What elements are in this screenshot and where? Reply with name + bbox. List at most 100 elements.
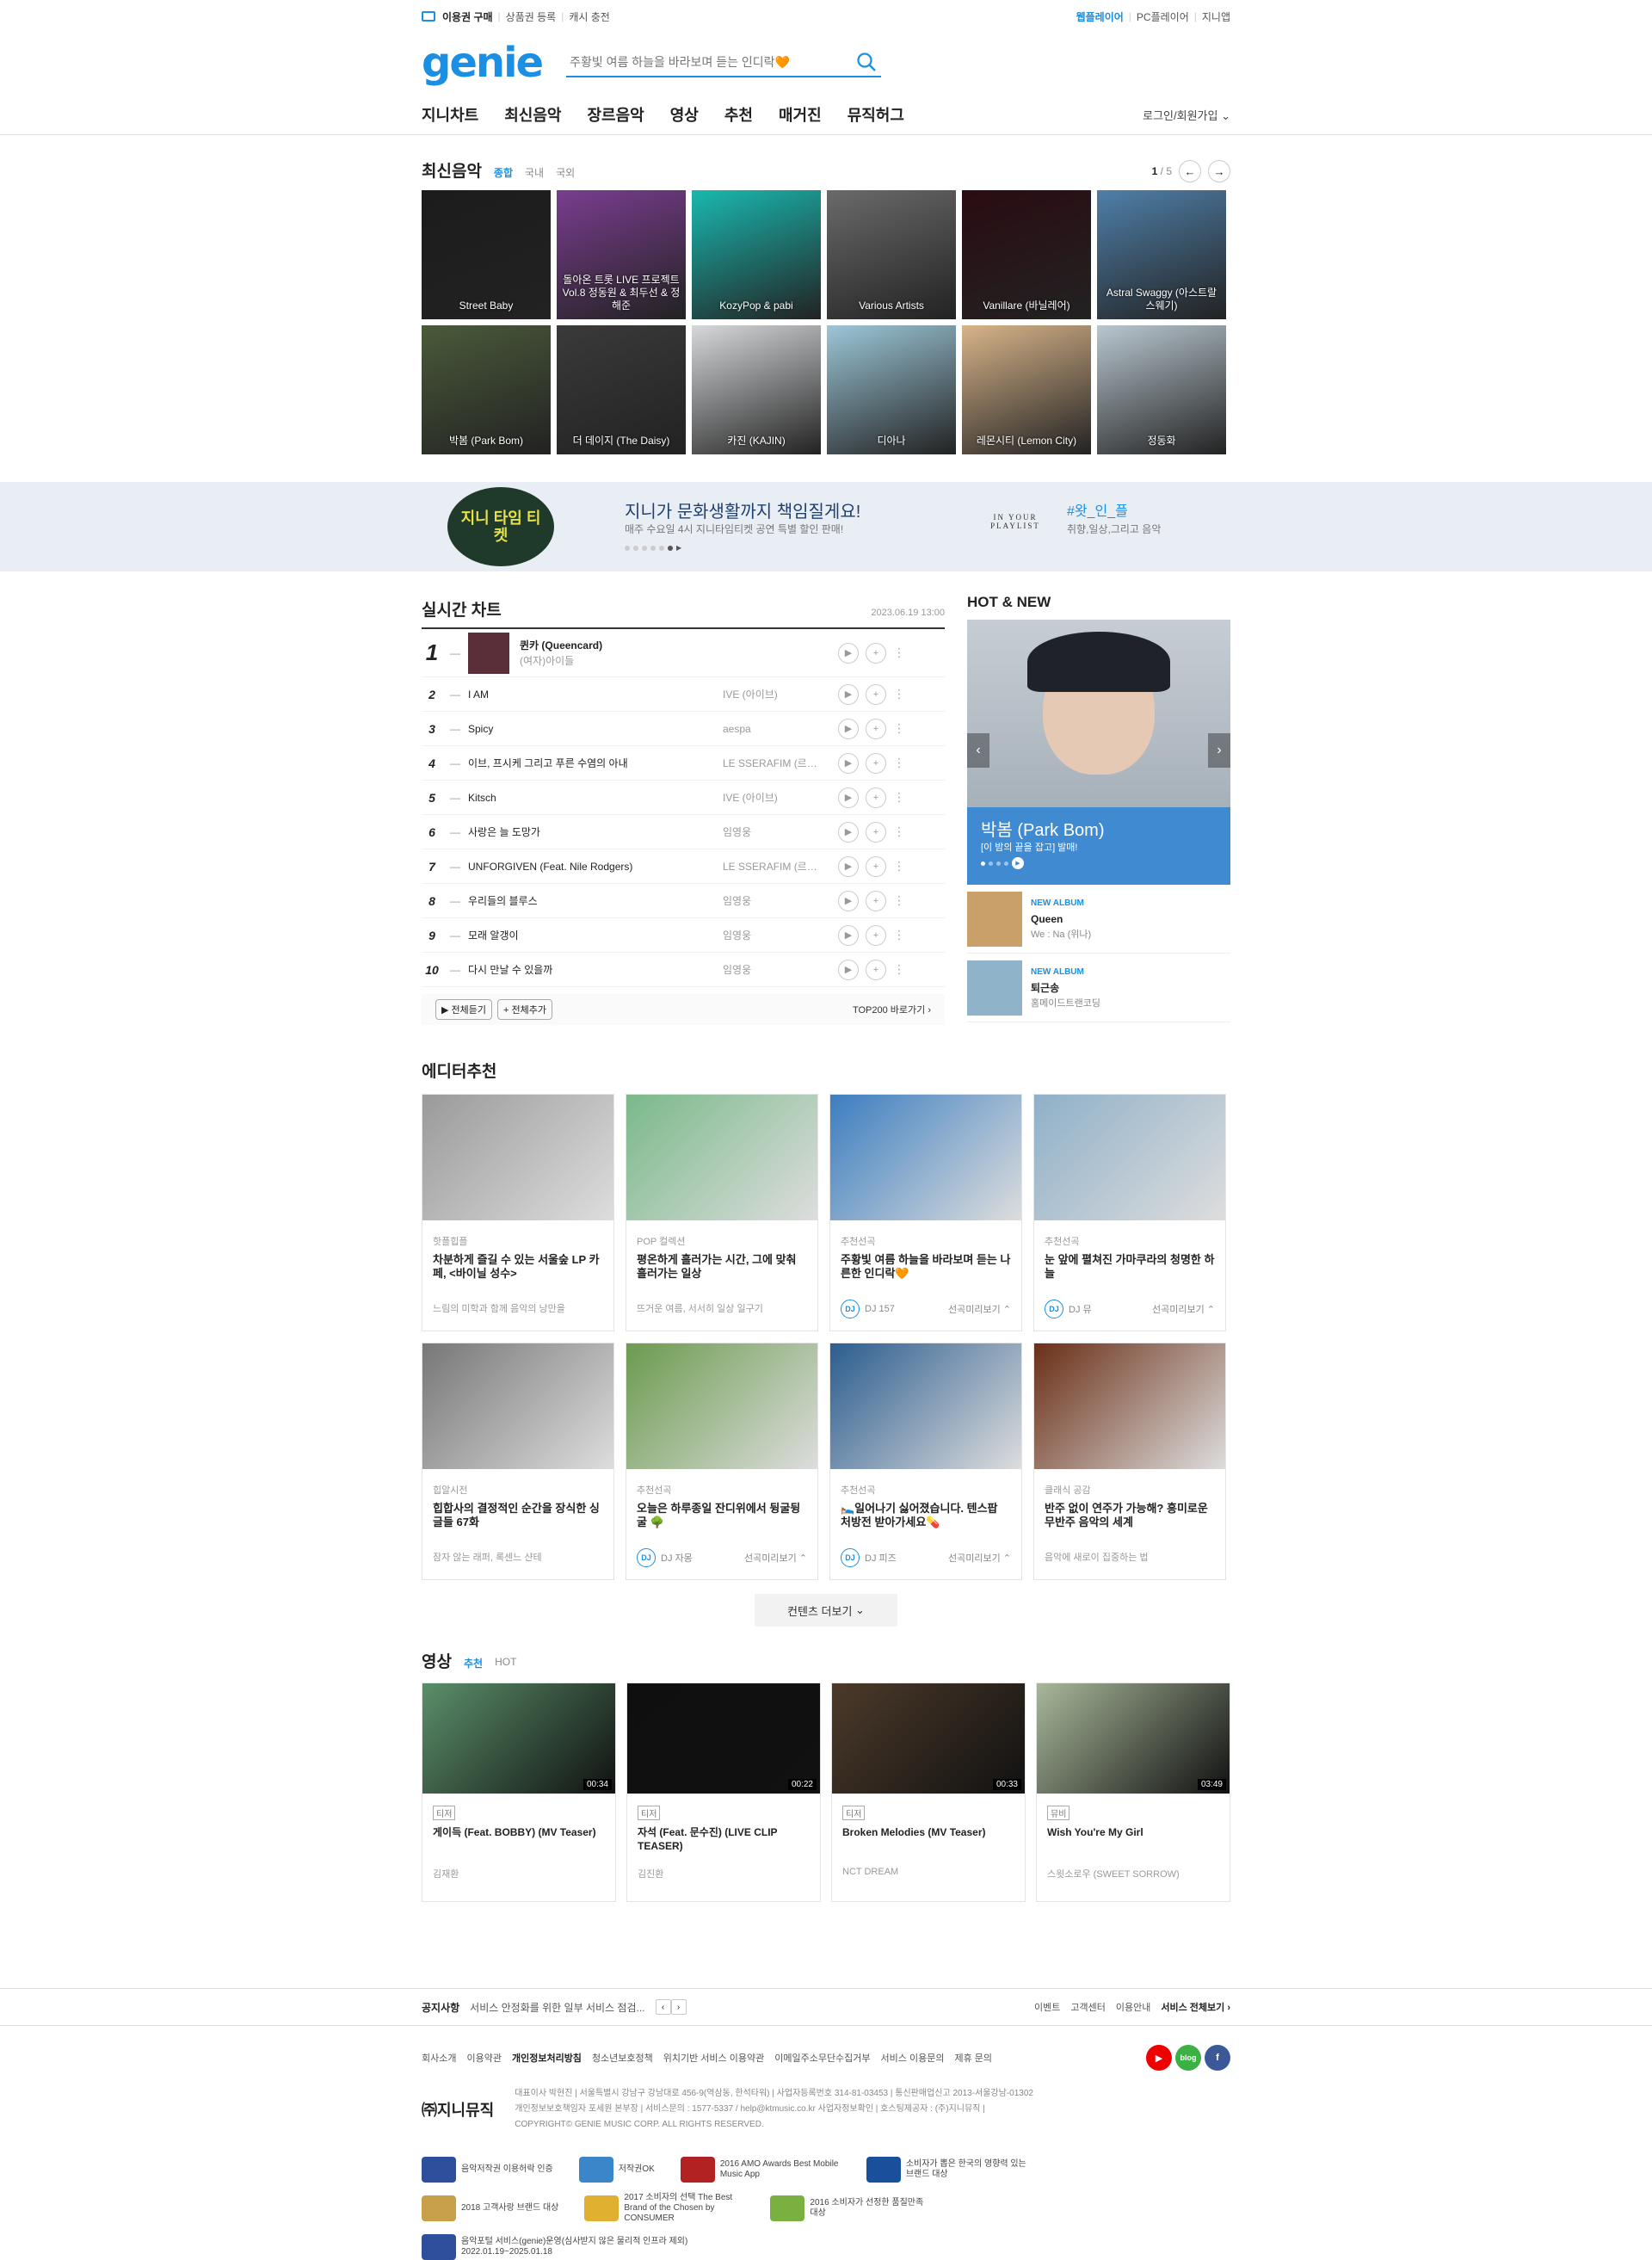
prev-arrow-icon[interactable]: ← — [1179, 160, 1201, 182]
editor-card[interactable]: 클래식 공감 반주 없이 연주가 가능해? 흥미로운 무반주 음악의 세계 음악에 … — [1033, 1343, 1226, 1580]
nav-music-hug[interactable]: 뮤직허그 — [848, 103, 904, 126]
album-thumb[interactable] — [468, 632, 509, 674]
chart-title-text[interactable]: 이브, 프시케 그리고 푸른 수염의 아내 — [468, 756, 723, 770]
gift-register-link[interactable]: 상품권 등록 — [506, 9, 557, 24]
more-icon[interactable]: ⋮ — [893, 645, 905, 660]
chart-row[interactable]: 1 — 퀸카 (Queencard) (여자)아이들 ▶ + ⋮ — [422, 629, 945, 677]
editor-card[interactable]: POP 컬렉션 평온하게 흘러가는 시간, 그에 맞춰 흘러가는 일상 뜨거운 여름… — [626, 1094, 818, 1331]
footer-link[interactable]: 서비스 이용문의 — [881, 2051, 945, 2065]
chart-row[interactable]: 5 — Kitsch IVE (아이브) ▶ + ⋮ — [422, 781, 945, 815]
chart-row[interactable]: 6 — 사랑은 늘 도망가 임영웅 ▶ + ⋮ — [422, 815, 945, 849]
chart-title-text[interactable]: Spicy — [468, 723, 723, 735]
album-card[interactable]: Astral Swaggy (아스트랄 스웨기) — [1097, 190, 1226, 319]
hero-indicator[interactable]: ▶ — [981, 857, 1024, 869]
more-icon[interactable]: ⋮ — [893, 859, 905, 874]
chart-artist-text[interactable]: 임영웅 — [723, 893, 826, 908]
preview-link[interactable]: 선곡미리보기 ⌃ — [948, 1302, 1011, 1316]
chart-title-text[interactable]: 퀸카 (Queencard) — [520, 638, 723, 653]
notice-text[interactable]: 서비스 안정화를 위한 일부 서비스 점검... — [470, 2000, 644, 2015]
facebook-icon[interactable]: f — [1205, 2045, 1230, 2071]
more-icon[interactable]: ⋮ — [893, 962, 905, 977]
customer-center-link[interactable]: 고객센터 — [1070, 2000, 1105, 2014]
more-icon[interactable]: ⋮ — [893, 687, 905, 701]
add-icon[interactable]: + — [866, 959, 886, 980]
play-icon[interactable]: ▶ — [838, 821, 859, 843]
play-icon[interactable]: ▶ — [838, 642, 859, 664]
chart-row[interactable]: 7 — UNFORGIVEN (Feat. Nile Rodgers) LE SSER… — [422, 849, 945, 884]
album-card[interactable]: 정동화 — [1097, 325, 1226, 454]
video-card[interactable]: 00:33 티저 Broken Melodies (MV Teaser) NCT DR… — [831, 1683, 1026, 1902]
play-icon[interactable]: ▶ — [838, 787, 859, 808]
tab-video-hot[interactable]: HOT — [495, 1656, 516, 1670]
hero-prev-icon[interactable]: ‹ — [967, 733, 989, 768]
play-icon[interactable]: ▶ — [838, 683, 859, 705]
editor-card[interactable]: 추천선곡 주황빛 여름 하늘을 바라보며 듣는 나른한 인디락🧡 DJ DJ 157 선… — [829, 1094, 1022, 1331]
add-icon[interactable]: + — [866, 683, 886, 705]
more-contents-button[interactable]: 컨텐츠 더보기 ⌄ — [755, 1594, 897, 1627]
genie-app-link[interactable]: 지니앱 — [1202, 9, 1230, 24]
chart-title-text[interactable]: 다시 만날 수 있을까 — [468, 962, 723, 977]
youtube-icon[interactable]: ▶ — [1146, 2045, 1172, 2071]
play-all-button[interactable]: ▶ 전체듣기 — [435, 999, 492, 1020]
editor-card[interactable]: 추천선곡 눈 앞에 펼쳐진 가마쿠라의 청명한 하늘 DJ DJ 뮤 선곡미리보기 ⌃ — [1033, 1094, 1226, 1331]
hot-new-item[interactable]: NEW ALBUM Queen We : Na (위나) — [967, 885, 1230, 954]
play-icon[interactable]: ▶ — [838, 855, 859, 877]
album-card[interactable]: 더 데이지 (The Daisy) — [557, 325, 686, 454]
nav-video[interactable]: 영상 — [670, 103, 699, 126]
album-card[interactable]: Various Artists — [827, 190, 956, 319]
album-card[interactable]: KozyPop & pabi — [692, 190, 821, 319]
add-icon[interactable]: + — [866, 642, 886, 664]
chart-artist-text[interactable]: IVE (아이브) — [723, 687, 826, 701]
chart-artist-text[interactable]: LE SSERAFIM (르세라핌) — [723, 756, 826, 770]
preview-link[interactable]: 선곡미리보기 ⌃ — [744, 1551, 807, 1565]
album-card[interactable]: 레몬시티 (Lemon City) — [962, 325, 1091, 454]
more-icon[interactable]: ⋮ — [893, 928, 905, 942]
tab-video-recommend[interactable]: 추천 — [464, 1656, 483, 1670]
add-all-button[interactable]: + 전체추가 — [497, 999, 552, 1020]
event-link[interactable]: 이벤트 — [1034, 2000, 1060, 2014]
search-icon[interactable] — [855, 51, 878, 73]
footer-link[interactable]: 회사소개 — [422, 2051, 456, 2065]
guide-link[interactable]: 이용안내 — [1116, 2000, 1150, 2014]
web-player-link[interactable]: 웹플레이어 — [1076, 9, 1124, 24]
chart-title-text[interactable]: 우리들의 블루스 — [468, 893, 723, 908]
play-icon[interactable]: ▶ — [838, 890, 859, 911]
editor-card[interactable]: 힙알시전 힙합사의 결정적인 순간을 장식한 싱글들 67화 잠자 않는 래퍼, 록… — [422, 1343, 614, 1580]
video-thumbnail[interactable]: 03:49 — [1037, 1683, 1230, 1794]
play-icon[interactable]: ▶ — [838, 752, 859, 774]
hot-new-item[interactable]: NEW ALBUM 퇴근송 홈메이드트랜코딩 — [967, 954, 1230, 1022]
all-services-link[interactable]: 서비스 전체보기 › — [1161, 2000, 1230, 2014]
nav-recommend[interactable]: 추천 — [724, 103, 753, 126]
footer-link[interactable]: 청소년보호정책 — [592, 2051, 653, 2065]
chart-artist-text[interactable]: 임영웅 — [723, 824, 826, 839]
chart-artist-text[interactable]: IVE (아이브) — [723, 790, 826, 805]
video-thumbnail[interactable]: 00:33 — [832, 1683, 1025, 1794]
chart-artist-text[interactable]: 임영웅 — [723, 962, 826, 977]
album-card[interactable]: 디아나 — [827, 325, 956, 454]
genie-logo[interactable]: genie — [422, 39, 544, 87]
nav-magazine[interactable]: 매거진 — [779, 103, 822, 126]
video-thumbnail[interactable]: 00:22 — [627, 1683, 820, 1794]
footer-link[interactable]: 이메일주소무단수집거부 — [774, 2051, 870, 2065]
top200-link[interactable]: TOP200 바로가기 › — [853, 1003, 931, 1016]
chart-artist-text[interactable]: LE SSERAFIM (르세라핌) — [723, 859, 826, 874]
video-card[interactable]: 00:34 티저 게이득 (Feat. BOBBY) (MV Teaser) 김재환 — [422, 1683, 616, 1902]
more-icon[interactable]: ⋮ — [893, 824, 905, 839]
next-arrow-icon[interactable]: → — [1208, 160, 1230, 182]
preview-link[interactable]: 선곡미리보기 ⌃ — [1152, 1302, 1215, 1316]
chart-title-text[interactable]: Kitsch — [468, 792, 723, 804]
more-icon[interactable]: ⋮ — [893, 893, 905, 908]
pc-player-link[interactable]: PC플레이어 — [1137, 9, 1189, 24]
add-icon[interactable]: + — [866, 718, 886, 739]
preview-link[interactable]: 선곡미리보기 ⌃ — [948, 1551, 1011, 1565]
nav-chart[interactable]: 지니차트 — [422, 103, 478, 126]
video-card[interactable]: 00:22 티저 자석 (Feat. 문수진) (LIVE CLIP TEASER)… — [626, 1683, 821, 1902]
more-icon[interactable]: ⋮ — [893, 756, 905, 770]
play-icon[interactable]: ▶ — [838, 959, 859, 980]
hot-new-hero[interactable]: 박봄 (Park Bom) [이 밤의 끝을 잡고] 발매! ▶ ‹ › — [967, 620, 1230, 885]
nav-genre[interactable]: 장르음악 — [588, 103, 644, 126]
chart-row[interactable]: 9 — 모래 알갱이 임영웅 ▶ + ⋮ — [422, 918, 945, 953]
banner-indicator[interactable]: ▶ — [625, 545, 681, 552]
buy-pass-link[interactable]: 이용권 구매 — [442, 9, 493, 24]
chart-title-text[interactable]: 모래 알갱이 — [468, 928, 723, 942]
